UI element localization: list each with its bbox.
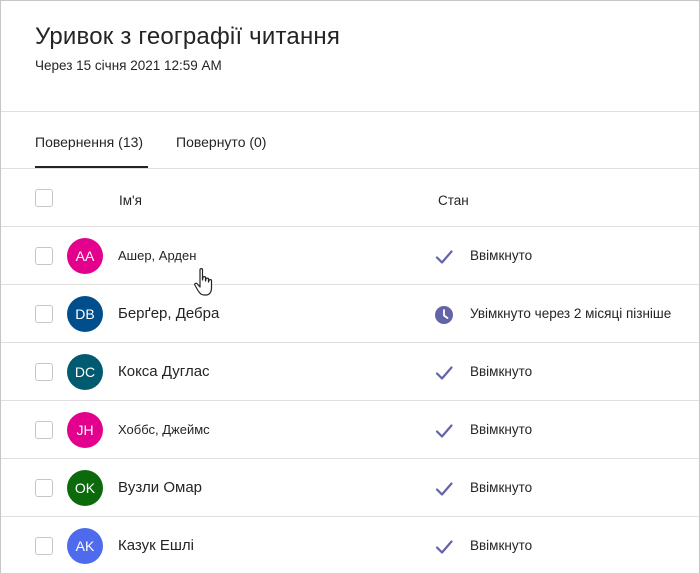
student-name[interactable]: Ашер, Арден <box>118 227 196 285</box>
avatar: AA <box>67 238 103 274</box>
status-text: Ввімкнуто <box>470 480 533 495</box>
avatar: AK <box>67 528 103 564</box>
row-checkbox[interactable] <box>35 247 53 265</box>
status-text: Ввімкнуто <box>470 364 533 379</box>
avatar: DB <box>67 296 103 332</box>
row-checkbox[interactable] <box>35 537 53 555</box>
row-checkbox[interactable] <box>35 305 53 323</box>
student-name[interactable]: Берґер, Дебра <box>118 285 219 343</box>
student-name[interactable]: Кокса Дуглас <box>118 343 210 401</box>
row-checkbox[interactable] <box>35 421 53 439</box>
assignment-panel: Уривок з географії читання Через 15 січн… <box>0 0 700 573</box>
check-icon <box>435 366 453 380</box>
avatar: JH <box>67 412 103 448</box>
tab-bar: Повернення (13) Повернуто (0) <box>1 112 699 169</box>
tab-returned[interactable]: Повернуто (0) <box>176 134 266 150</box>
check-icon <box>435 250 453 264</box>
check-icon <box>435 482 453 496</box>
student-name[interactable]: Казук Ешлі <box>118 517 194 573</box>
row-checkbox[interactable] <box>35 363 53 381</box>
status-text: Увімкнуто через 2 місяці пізніше <box>470 306 672 321</box>
check-icon <box>435 540 453 554</box>
table-row[interactable]: JH Хоббс, Джеймс Ввімкнуто <box>1 401 699 459</box>
due-date: Через 15 січня 2021 12:59 AM <box>35 58 222 73</box>
table-row[interactable]: AK Казук Ешлі Ввімкнуто <box>1 517 699 573</box>
column-header-status[interactable]: Стан <box>438 193 469 208</box>
student-name[interactable]: Хоббс, Джеймс <box>118 401 210 459</box>
assignment-title: Уривок з географії читання <box>35 23 341 50</box>
table-row[interactable]: DC Кокса Дуглас Ввімкнуто <box>1 343 699 401</box>
row-checkbox[interactable] <box>35 479 53 497</box>
avatar: DC <box>67 354 103 390</box>
table-row[interactable]: OK Вузли Омар Ввімкнуто <box>1 459 699 517</box>
status-text: Ввімкнуто <box>470 422 533 437</box>
status-text: Ввімкнуто <box>470 248 533 263</box>
clock-icon <box>435 306 453 324</box>
table-row[interactable]: AA Ашер, Арден Ввімкнуто <box>1 227 699 285</box>
student-name[interactable]: Вузли Омар <box>118 459 202 517</box>
tab-to-return[interactable]: Повернення (13) <box>35 134 149 168</box>
table-header: Ім'я Стан <box>1 169 699 227</box>
status-text: Ввімкнуто <box>470 538 533 553</box>
assignment-header: Уривок з географії читання Через 15 січн… <box>1 1 699 112</box>
column-header-name[interactable]: Ім'я <box>119 193 142 208</box>
table-row[interactable]: DB Берґер, Дебра Увімкнуто через 2 місяц… <box>1 285 699 343</box>
avatar: OK <box>67 470 103 506</box>
select-all-checkbox[interactable] <box>35 189 53 207</box>
check-icon <box>435 424 453 438</box>
